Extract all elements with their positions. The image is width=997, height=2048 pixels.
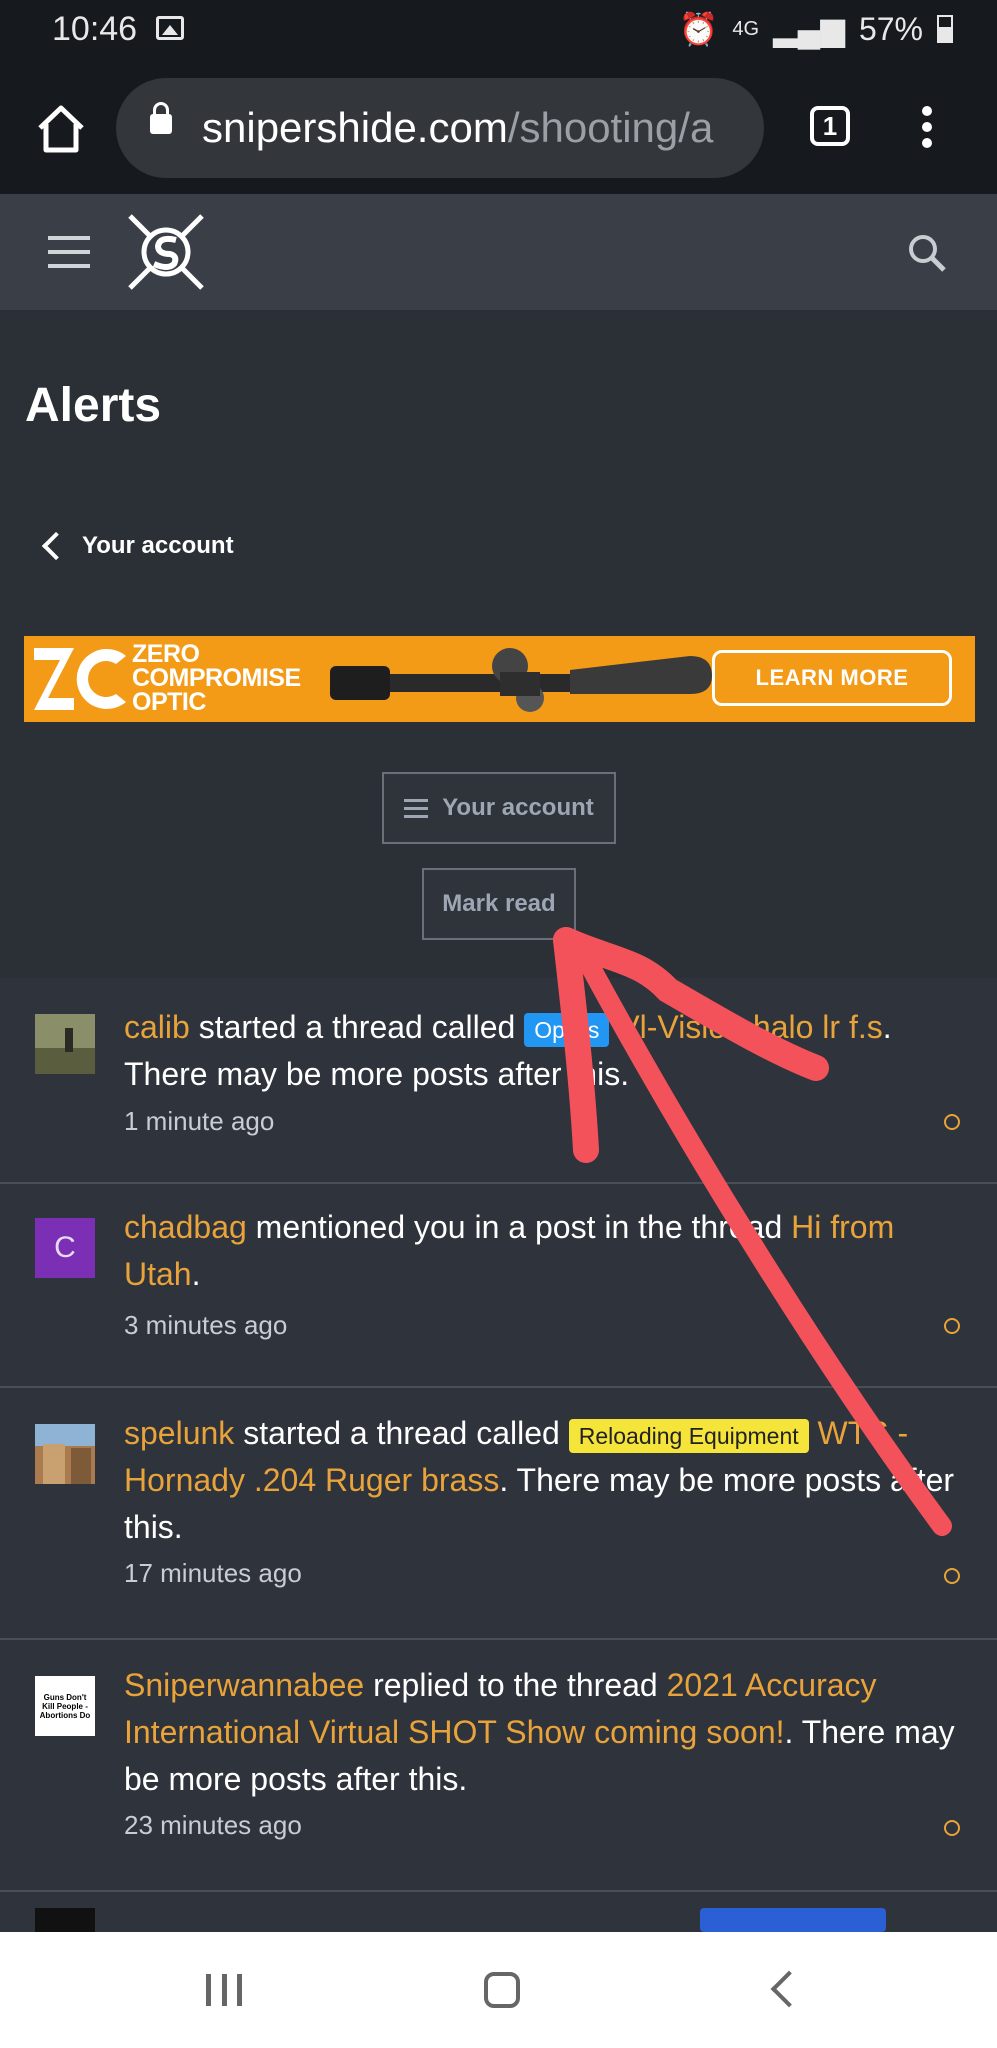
- ad-brand: ZERO COMPROMISE OPTIC: [132, 640, 301, 716]
- alert-action: started a thread called: [189, 1009, 525, 1045]
- alert-action: replied to the thread: [364, 1667, 667, 1703]
- url-domain: snipershide.com: [202, 104, 508, 151]
- menu-lines-icon: [404, 794, 429, 823]
- avatar[interactable]: [35, 1424, 95, 1484]
- thread-link[interactable]: Vl-Vision halo lr f.s: [618, 1009, 882, 1045]
- alert-user-link[interactable]: chadbag: [124, 1209, 247, 1245]
- battery-level: 57%: [858, 10, 923, 47]
- home-button-icon[interactable]: [484, 1972, 520, 2008]
- status-indicators: ⏰ 4G ▂▄▆ 57%: [679, 10, 953, 48]
- page-title: Alerts: [25, 379, 162, 432]
- zco-logo: [34, 648, 126, 710]
- list-item[interactable]: calib started a thread called Optics Vl-…: [0, 978, 997, 1184]
- home-icon[interactable]: [34, 102, 88, 156]
- thread-prefix-tag: Reloading Equipment: [568, 1418, 809, 1453]
- url-path: /shooting/a: [507, 104, 714, 151]
- alert-time: 3 minutes ago: [124, 1310, 288, 1340]
- alarm-icon: ⏰: [678, 11, 719, 47]
- alert-user-link[interactable]: calib: [124, 1009, 190, 1045]
- alert-action: mentioned you in a post in the thread: [246, 1209, 792, 1245]
- avatar[interactable]: [35, 1014, 95, 1074]
- alert-action: started a thread called: [234, 1415, 569, 1451]
- lock-icon: [150, 102, 172, 134]
- system-nav-bar: [0, 1932, 997, 2048]
- alert-text: Sniperwannabee replied to the thread 202…: [124, 1662, 957, 1803]
- recent-apps-icon[interactable]: [206, 1974, 242, 2006]
- image-notification-icon: [156, 16, 184, 40]
- thread-prefix-tag: Optics: [524, 1012, 610, 1047]
- alerts-list: calib started a thread called Optics Vl-…: [0, 978, 997, 1932]
- alert-user-link[interactable]: Sniperwannabee: [124, 1667, 364, 1703]
- list-item[interactable]: Guns Don't Kill People - Abortions Do Sn…: [0, 1638, 997, 1892]
- learn-more-button[interactable]: LEARN MORE: [712, 650, 952, 706]
- alert-time: 23 minutes ago: [124, 1810, 302, 1840]
- alert-time: 17 minutes ago: [124, 1558, 302, 1588]
- alert-time: 1 minute ago: [124, 1106, 275, 1136]
- breadcrumb[interactable]: Your account: [40, 531, 234, 561]
- more-menu-icon[interactable]: [922, 106, 932, 150]
- status-bar: 10:46 ⏰ 4G ▂▄▆ 57%: [0, 0, 997, 66]
- ad-brand-line: ZERO: [132, 640, 200, 668]
- unread-indicator[interactable]: [944, 1318, 960, 1334]
- unread-indicator[interactable]: [944, 1568, 960, 1584]
- ad-brand-line: COMPROMISE: [132, 664, 301, 692]
- alert-text: spelunk started a thread called Reloadin…: [124, 1410, 957, 1551]
- rifle-scope-image: [330, 648, 712, 712]
- battery-icon: [937, 15, 953, 43]
- mark-read-button[interactable]: Mark read: [422, 868, 576, 940]
- your-account-label: Your account: [442, 794, 594, 821]
- list-item[interactable]: C chadbag mentioned you in a post in the…: [0, 1182, 997, 1388]
- back-icon[interactable]: [770, 1970, 808, 2008]
- unread-indicator[interactable]: [944, 1820, 960, 1836]
- alert-text: chadbag mentioned you in a post in the t…: [124, 1204, 957, 1298]
- browser-toolbar: snipershide.com/shooting/a 1: [0, 66, 997, 194]
- network-indicator: 4G: [732, 17, 760, 40]
- avatar[interactable]: C: [35, 1218, 95, 1278]
- list-item[interactable]: spelunk started a thread called Reloadin…: [0, 1386, 997, 1640]
- hamburger-menu-icon[interactable]: [48, 236, 90, 268]
- address-bar[interactable]: snipershide.com/shooting/a: [116, 78, 764, 178]
- your-account-button[interactable]: Your account: [382, 772, 616, 844]
- alert-suffix: .: [191, 1256, 201, 1292]
- signal-icon: ▂▄▆: [773, 11, 845, 47]
- unread-indicator[interactable]: [944, 1114, 960, 1130]
- ad-brand-line: OPTIC: [132, 688, 206, 716]
- list-item[interactable]: [0, 1890, 997, 1932]
- thread-prefix-tag: [700, 1908, 886, 1932]
- avatar[interactable]: [35, 1908, 95, 1932]
- chevron-left-icon: [41, 531, 71, 561]
- site-logo[interactable]: [124, 210, 208, 294]
- breadcrumb-label: Your account: [82, 532, 234, 559]
- status-time: 10:46: [52, 10, 138, 48]
- tab-switcher-button[interactable]: 1: [810, 106, 850, 146]
- site-header: [0, 194, 997, 310]
- alert-user-link[interactable]: spelunk: [124, 1415, 234, 1451]
- avatar[interactable]: Guns Don't Kill People - Abortions Do: [35, 1676, 95, 1736]
- search-icon[interactable]: [906, 232, 948, 274]
- ad-banner[interactable]: ZERO COMPROMISE OPTIC LEARN MORE: [24, 636, 975, 722]
- alert-text: calib started a thread called Optics Vl-…: [124, 1004, 957, 1098]
